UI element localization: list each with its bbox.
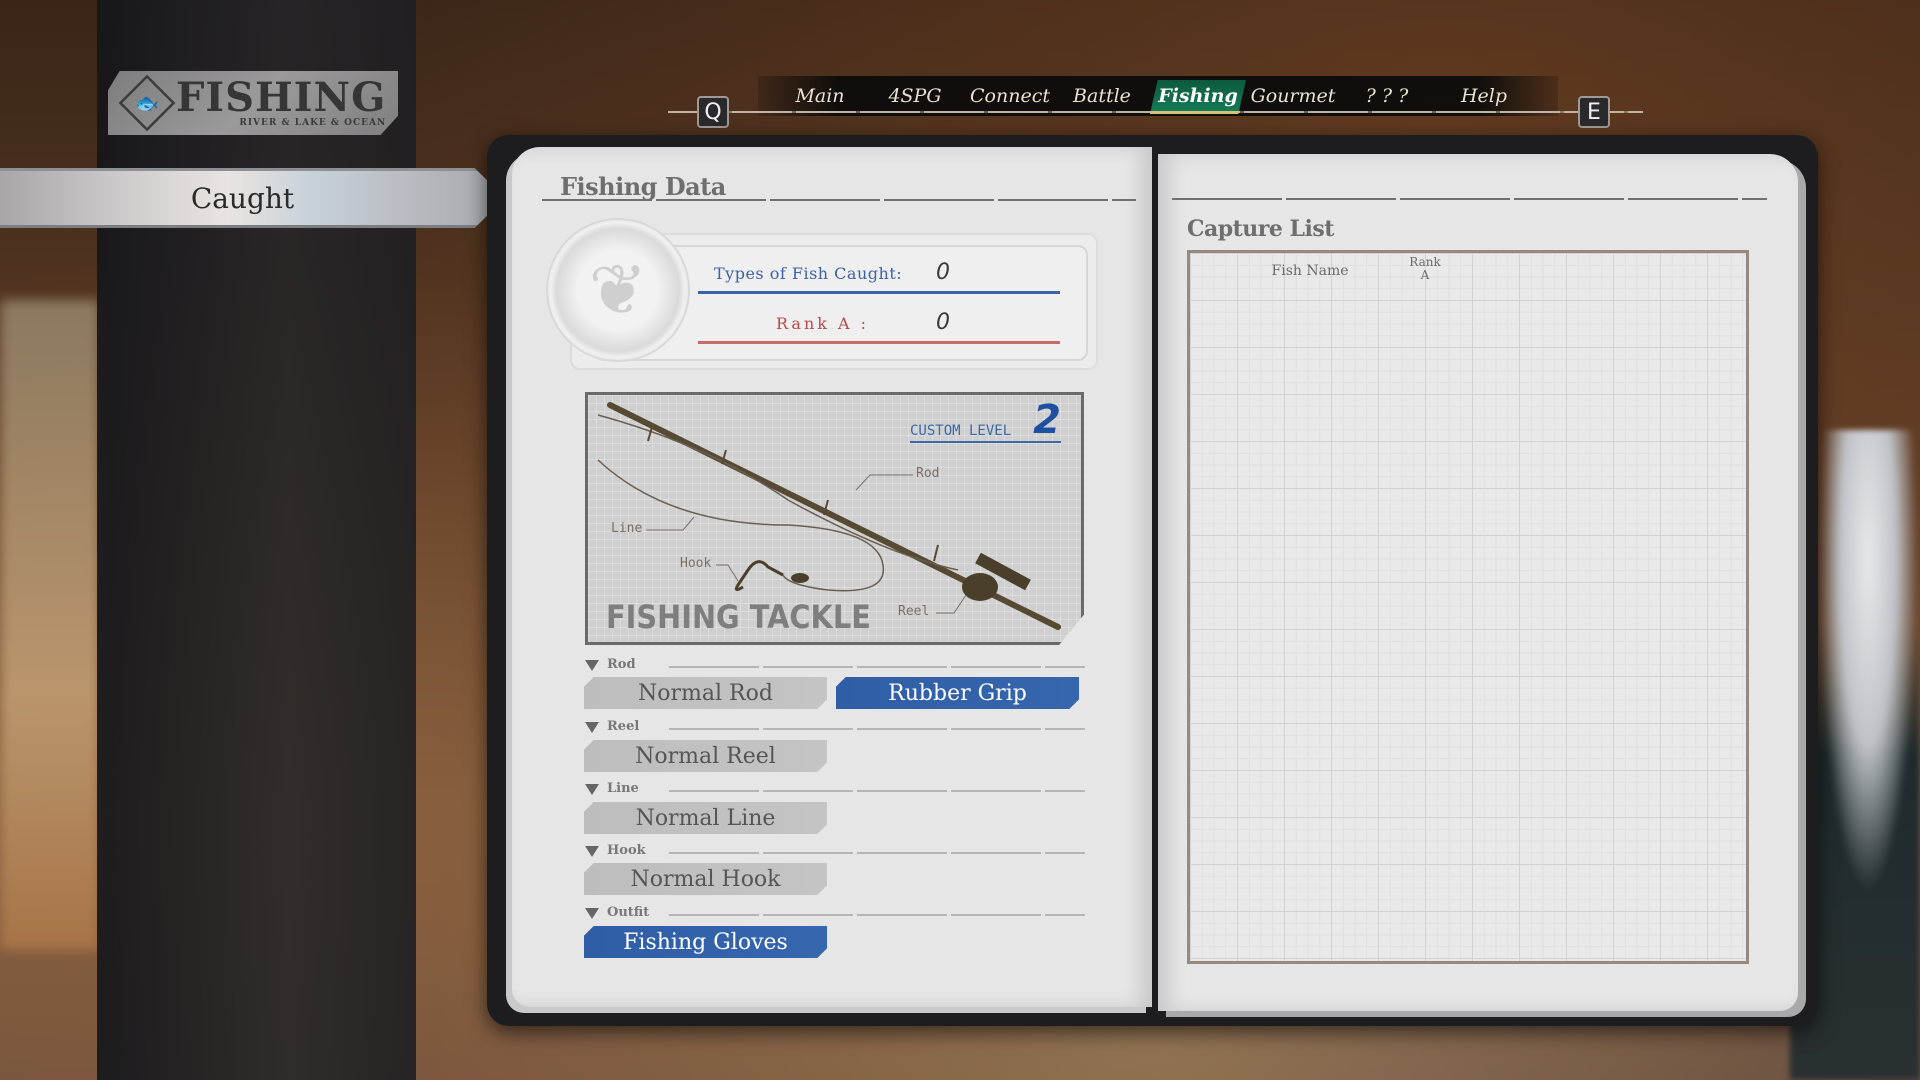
tab-gourmet[interactable]: Gourmet [1245, 80, 1341, 114]
prev-tab-key-q[interactable]: Q [697, 96, 729, 128]
category-rule [669, 666, 1085, 668]
sidebar-panel [97, 0, 416, 1080]
top-nav: Q Main 4SPG Connect Battle Fishing Gourm… [668, 76, 1643, 140]
part-label-hook: Hook [680, 556, 712, 571]
category-line: Line [585, 781, 1085, 797]
triangle-down-icon [585, 846, 599, 857]
triangle-down-icon [585, 660, 599, 671]
tab-4spg[interactable]: 4SPG [867, 80, 963, 114]
custom-level: CUSTOM LEVEL 2 [910, 397, 1061, 443]
fish-medallion-icon: ❦ [548, 220, 688, 360]
stat-types-caught: Types of Fish Caught: 0 [698, 260, 1060, 294]
reel-shape [962, 573, 998, 601]
capture-list-table: Fish Name Rank A [1187, 250, 1749, 964]
category-rule [669, 914, 1085, 916]
types-caught-label: Types of Fish Caught: [714, 264, 903, 283]
category-outfit: Outfit [585, 905, 1085, 921]
equip-normal-reel[interactable]: Normal Reel [584, 740, 827, 772]
sidebar-item-label: Caught [190, 181, 295, 215]
logo-title: FISHING [176, 74, 387, 121]
rank-a-value: 0 [936, 310, 950, 335]
custom-level-label: CUSTOM LEVEL [910, 423, 1012, 439]
category-rule [669, 790, 1085, 792]
category-label: Outfit [607, 905, 650, 920]
tab-unknown[interactable]: ? ? ? [1339, 80, 1435, 114]
triangle-down-icon [585, 908, 599, 919]
category-rule [669, 728, 1085, 730]
sidebar-item-caught[interactable]: Caught [0, 168, 505, 228]
category-label: Hook [607, 843, 646, 858]
category-hook: Hook [585, 843, 1085, 859]
types-caught-value: 0 [936, 260, 950, 285]
part-label-reel: Reel [898, 604, 930, 619]
part-label-rod: Rod [916, 466, 940, 481]
custom-level-value: 2 [1033, 397, 1061, 443]
column-header-rank-a: Rank A [1395, 256, 1455, 282]
line-guide-path [597, 414, 959, 571]
tab-main[interactable]: Main [772, 80, 868, 114]
stat-rank-a: Rank A : 0 [698, 310, 1060, 344]
category-label: Reel [607, 719, 640, 734]
tab-battle[interactable]: Battle [1054, 80, 1150, 114]
part-label-line: Line [611, 521, 643, 536]
equip-normal-rod[interactable]: Normal Rod [584, 677, 827, 709]
category-rod: Rod [585, 657, 1085, 673]
types-caught-underline [698, 291, 1060, 294]
capture-list-title: Capture List [1187, 216, 1334, 242]
fish-hook-emblem-icon: 🐟 [118, 74, 176, 132]
next-tab-key-e[interactable]: E [1578, 96, 1610, 128]
rank-header-line2: A [1420, 268, 1430, 282]
category-rule [669, 852, 1085, 854]
logo-subtitle: RIVER & LAKE & OCEAN [239, 118, 387, 128]
rank-a-underline [698, 341, 1060, 344]
background-window [0, 300, 100, 950]
fishing-logo: 🐟 FISHING RIVER & LAKE & OCEAN [108, 71, 398, 135]
rank-a-label: Rank A : [776, 314, 870, 333]
category-reel: Reel [585, 719, 1085, 735]
title-rule [542, 199, 1136, 201]
category-label: Line [607, 781, 639, 796]
triangle-down-icon [585, 784, 599, 795]
swivel-shape [791, 573, 809, 583]
equip-normal-line[interactable]: Normal Line [584, 802, 827, 834]
column-header-fish-name: Fish Name [1271, 263, 1349, 279]
category-label: Rod [607, 657, 636, 672]
equip-normal-hook[interactable]: Normal Hook [584, 863, 827, 895]
tab-help[interactable]: Help [1436, 80, 1532, 114]
fishing-data-title: Fishing Data [560, 172, 726, 201]
equip-fishing-gloves[interactable]: Fishing Gloves [584, 926, 827, 958]
tab-connect[interactable]: Connect [962, 80, 1058, 114]
fishing-tackle-diagram: CUSTOM LEVEL 2 Rod Line Hook Reel FISHIN… [585, 392, 1084, 645]
triangle-down-icon [585, 722, 599, 733]
right-page-top-rule [1172, 198, 1767, 200]
tab-fishing[interactable]: Fishing [1150, 80, 1246, 114]
fishing-tackle-title: FISHING TACKLE [606, 598, 871, 636]
equip-rubber-grip[interactable]: Rubber Grip [836, 677, 1079, 709]
hook-shape [734, 560, 784, 592]
